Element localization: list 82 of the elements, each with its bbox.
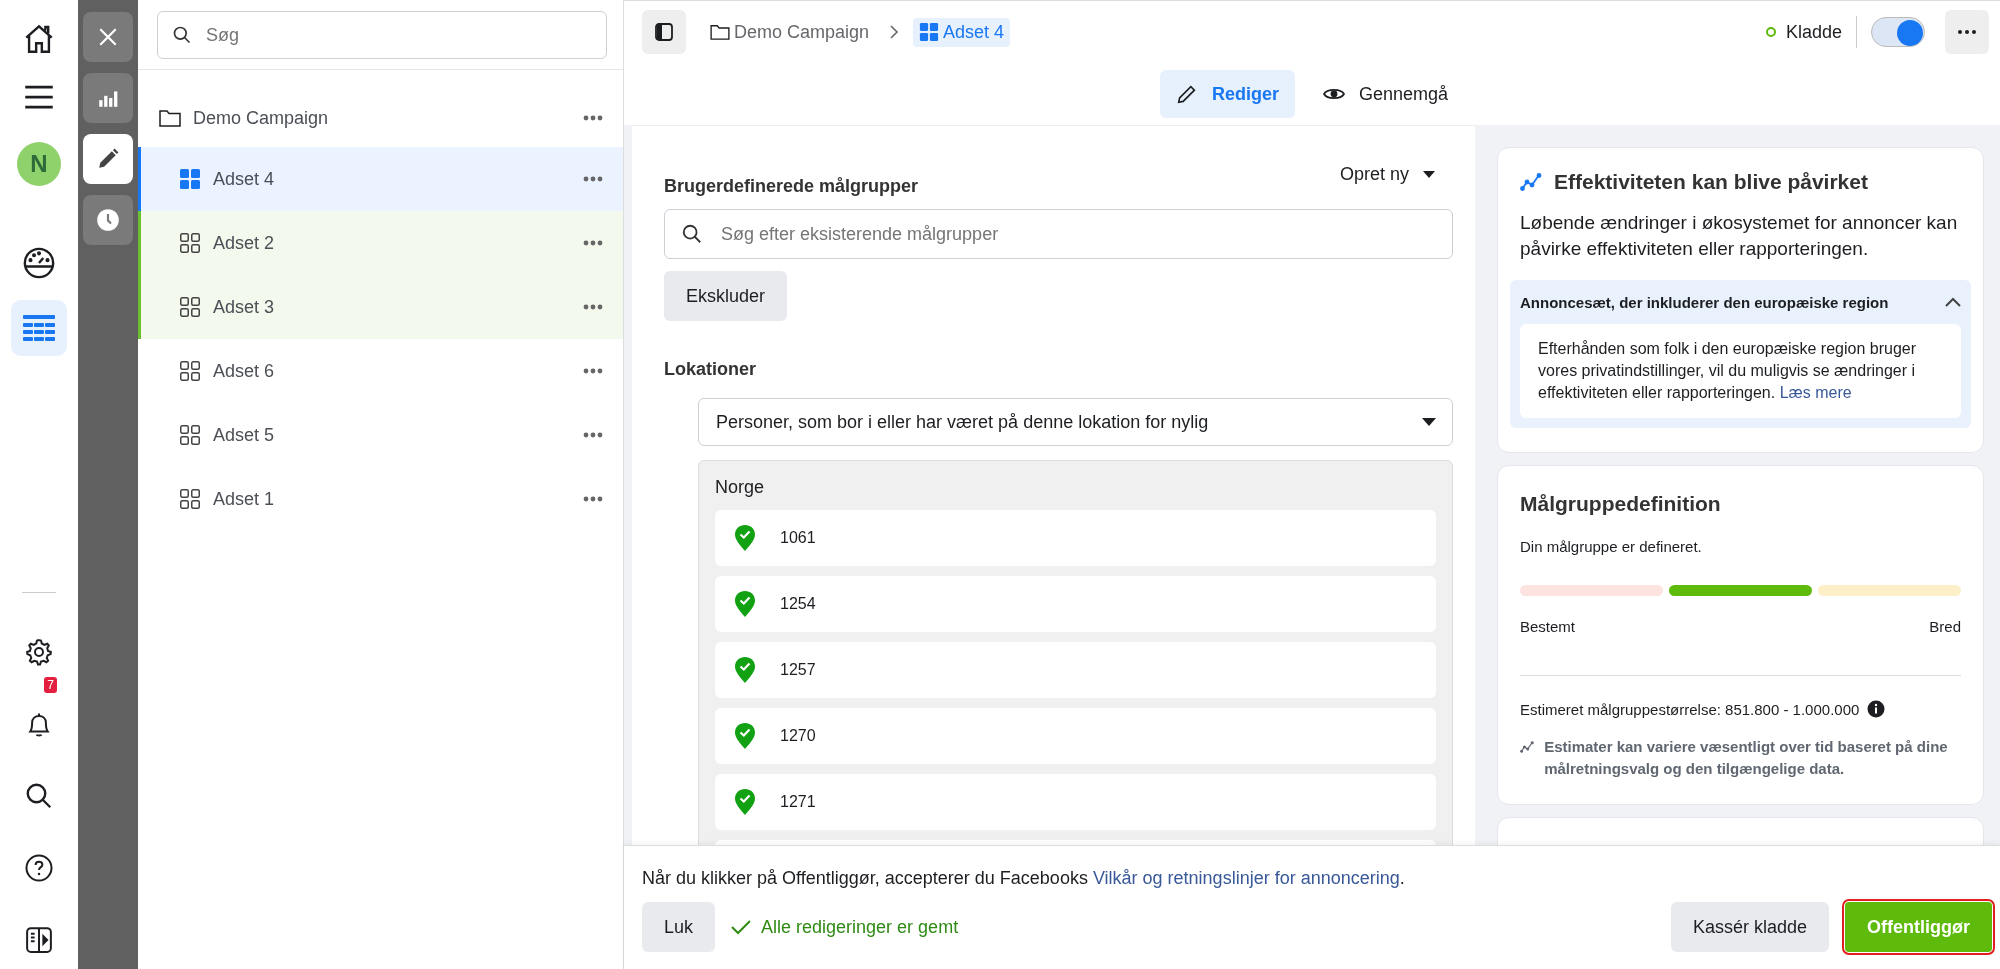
saved-status: Alle redigeringer er gemt <box>731 916 959 938</box>
discard-draft-button[interactable]: Kassér kladde <box>1670 902 1829 952</box>
campaign-row[interactable]: Demo Campaign <box>138 91 623 145</box>
terms-link[interactable]: Vilkår og retningslinjer for annoncering <box>1092 868 1400 888</box>
location-item[interactable]: 1254 <box>715 576 1436 632</box>
card-title: Målgruppedefinition <box>1520 492 1722 516</box>
location-item[interactable]: 1061 <box>715 510 1436 566</box>
caret-down-icon <box>1422 418 1436 426</box>
eye-icon <box>1323 86 1345 102</box>
search-icon <box>172 25 192 45</box>
notification-badge: 7 <box>44 677 57 693</box>
grid-icon <box>179 360 201 382</box>
folder-icon <box>710 24 730 40</box>
trend-line-icon <box>1520 172 1542 192</box>
more-icon[interactable] <box>583 304 603 310</box>
breadcrumb-link[interactable]: Demo Campaign <box>704 17 876 47</box>
location-item[interactable]: 1270 <box>715 708 1436 764</box>
country-label: Norge <box>715 477 766 498</box>
estimate-note: Estimater kan variere væsentligt over tid baseret på dine målretningsvalg og den tilgængelige data. <box>1544 737 1949 779</box>
definition-status: Din målgruppe er defineret. <box>1520 538 1703 555</box>
section-title: Lokationer <box>664 359 757 380</box>
notice-text: Løbende ændringer i økosystemet for annoncer kan påvirke effektiviteten eller rapporteringen. <box>1520 211 1959 261</box>
edit-tab[interactable]: Rediger <box>1159 70 1295 118</box>
more-icon[interactable] <box>583 432 603 438</box>
card-title: Effektiviteten kan blive påvirket <box>1554 170 1868 194</box>
location-pin-icon <box>734 656 756 684</box>
review-tab[interactable]: Gennemgå <box>1307 70 1465 118</box>
chevron-right-icon <box>889 25 900 39</box>
grid-icon <box>179 424 201 446</box>
location-pin-icon <box>734 590 756 618</box>
audience-search-field[interactable]: Søg efter eksisterende målgrupper <box>664 209 1453 259</box>
grid-icon <box>179 168 201 190</box>
close-button[interactable]: Luk <box>642 902 716 952</box>
search-icon <box>681 223 703 245</box>
checkmark-icon <box>731 919 752 935</box>
bar-chart-icon[interactable] <box>83 73 133 123</box>
exclude-button[interactable]: Ekskluder <box>664 271 788 321</box>
adset-row[interactable]: Adset 2 <box>138 211 623 275</box>
more-icon[interactable] <box>583 176 603 182</box>
pencil-icon <box>1175 83 1198 105</box>
toggle-switch[interactable] <box>1871 17 1925 47</box>
location-pin-icon <box>734 788 756 816</box>
meter-label: Bestemt <box>1520 618 1576 635</box>
read-more-link[interactable]: Læs mere <box>1779 384 1852 401</box>
adset-row[interactable]: Adset 6 <box>138 339 623 403</box>
audience-size-text: Estimeret målgruppestørrelse: 851.800 - 1.000.000 <box>1520 700 1860 718</box>
table-icon[interactable] <box>11 300 67 356</box>
location-item[interactable]: 1257 <box>715 642 1436 698</box>
accordion-header[interactable]: Annoncesæt, der inkluderer den europæiske region <box>1520 280 1961 324</box>
sidebar-toggle-icon[interactable] <box>642 10 686 54</box>
section-title: Brugerdefinerede målgrupper <box>664 176 919 197</box>
grid-icon <box>179 488 201 510</box>
avatar[interactable]: N <box>17 142 61 186</box>
meter-label: Bred <box>1929 618 1961 635</box>
adset-row[interactable]: Adset 4 <box>138 147 623 211</box>
pencil-icon[interactable] <box>83 134 133 184</box>
breadcrumb-link[interactable]: Adset 4 <box>913 17 1011 47</box>
draft-status: Kladde <box>1765 21 1842 43</box>
location-pin-icon <box>734 524 756 552</box>
grid-icon <box>179 232 201 254</box>
grid-icon <box>179 296 201 318</box>
chevron-icon <box>1945 297 1961 307</box>
terms-text: Når du klikker på Offentliggør, accepterer du Facebooks Vilkår og retningslinjer for annoncering. <box>642 868 1406 889</box>
create-new-dropdown[interactable]: Opret ny <box>1339 164 1435 185</box>
search-field[interactable]: Søg <box>157 11 607 59</box>
accordion-text: Efterhånden som folk i den europæiske region bruger vores privatindstillinger, vil du muligvis se ændringer i effektiviteten eller rapporteringen. Læs mere <box>1538 339 1917 403</box>
adset-row[interactable]: Adset 1 <box>138 467 623 531</box>
location-item[interactable]: 1271 <box>715 774 1436 830</box>
adset-row[interactable]: Adset 5 <box>138 403 623 467</box>
more-icon[interactable] <box>583 240 603 246</box>
more-icon[interactable] <box>583 115 603 121</box>
adset-row[interactable]: Adset 3 <box>138 275 623 339</box>
clock-icon[interactable] <box>83 195 133 245</box>
close-icon[interactable] <box>83 12 133 62</box>
more-icon[interactable] <box>583 496 603 502</box>
caret-down-icon <box>1423 170 1435 179</box>
folder-icon <box>159 109 181 127</box>
info-icon[interactable] <box>1867 700 1886 718</box>
grid-icon <box>919 22 940 42</box>
location-type-dropdown[interactable]: Personer, som bor i eller har været på denne lokation for nylig <box>698 398 1453 446</box>
more-icon[interactable] <box>583 368 603 374</box>
location-pin-icon <box>734 722 756 750</box>
